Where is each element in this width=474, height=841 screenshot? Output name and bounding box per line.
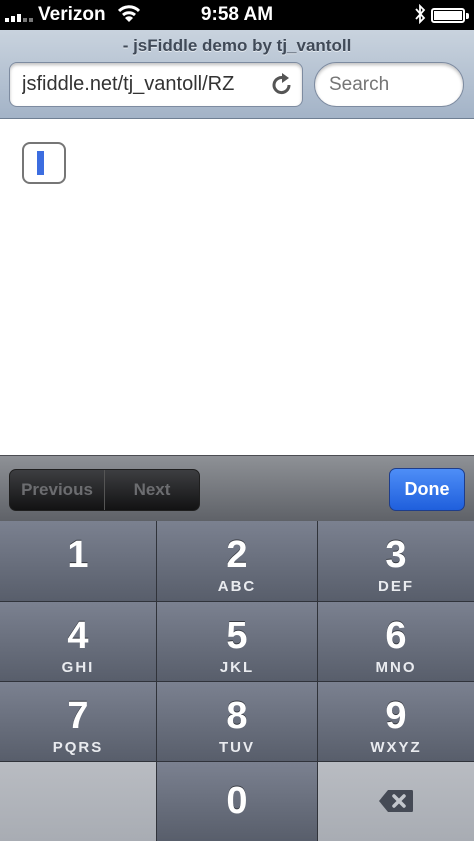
key-blank <box>0 762 157 841</box>
key-8[interactable]: 8 TUV <box>157 682 318 762</box>
status-time: 9:58 AM <box>200 4 274 25</box>
form-assistant-toolbar: Previous Next Done <box>0 455 474 521</box>
key-9[interactable]: 9 WXYZ <box>318 682 474 762</box>
key-5[interactable]: 5 JKL <box>157 602 318 682</box>
delete-key[interactable] <box>318 762 474 841</box>
number-input[interactable] <box>22 142 66 184</box>
address-bar[interactable]: jsfiddle.net/tj_vantoll/RZ <box>9 62 303 107</box>
previous-button[interactable]: Previous <box>10 470 104 510</box>
bluetooth-icon <box>414 3 426 30</box>
key-1[interactable]: 1 <box>0 521 157 602</box>
key-0[interactable]: 0 <box>157 762 318 841</box>
reload-icon[interactable] <box>270 72 294 103</box>
done-button[interactable]: Done <box>389 468 465 511</box>
key-6[interactable]: 6 MNO <box>318 602 474 682</box>
key-4[interactable]: 4 GHI <box>0 602 157 682</box>
status-bar: Verizon 9:58 AM <box>0 0 474 30</box>
battery-icon <box>431 8 469 23</box>
search-input[interactable] <box>314 62 464 107</box>
page-title: - jsFiddle demo by tj_vantoll <box>122 36 352 55</box>
prev-next-control: Previous Next <box>9 469 200 511</box>
backspace-icon <box>379 790 413 812</box>
browser-header: - jsFiddle demo by tj_vantoll jsfiddle.n… <box>0 30 474 119</box>
url-text: jsfiddle.net/tj_vantoll/RZ <box>22 73 235 95</box>
numeric-keypad: 1 2 ABC 3 DEF 4 GHI 5 JKL 6 MNO 7 PQRS 8… <box>0 521 474 841</box>
key-7[interactable]: 7 PQRS <box>0 682 157 762</box>
key-2[interactable]: 2 ABC <box>157 521 318 602</box>
next-button[interactable]: Next <box>105 470 199 510</box>
page-content <box>0 120 474 455</box>
key-3[interactable]: 3 DEF <box>318 521 474 602</box>
text-caret <box>37 151 44 175</box>
